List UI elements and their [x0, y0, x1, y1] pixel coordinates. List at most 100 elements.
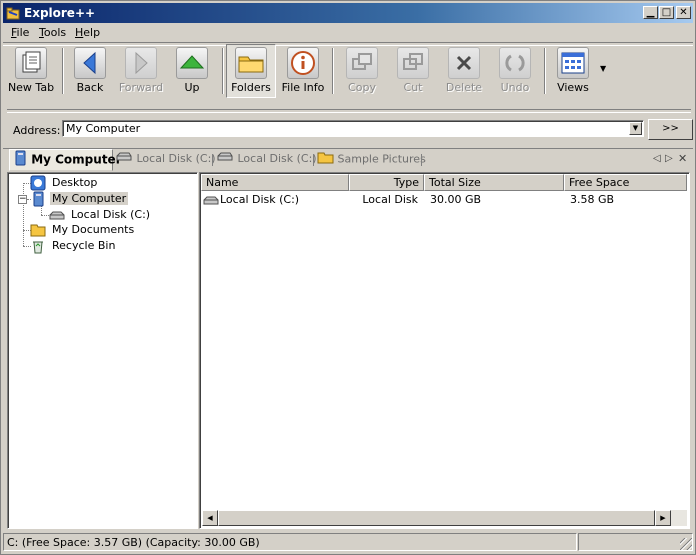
toolbar-divider	[7, 109, 691, 113]
up-arrow-icon	[176, 47, 208, 79]
go-button[interactable]: >>	[648, 119, 693, 140]
window-title: Explore++	[24, 6, 96, 20]
menu-help[interactable]: Help	[75, 26, 100, 39]
column-header-name[interactable]: Name	[201, 174, 349, 191]
address-label: Address:	[13, 124, 61, 137]
drive-icon	[203, 192, 219, 211]
tab-local-disk-2[interactable]: Local Disk (C:)	[216, 151, 317, 169]
forward-button[interactable]: Forward	[117, 45, 165, 97]
tab-separator	[421, 154, 422, 166]
tree-node-label: Recycle Bin	[52, 239, 116, 252]
copy-button[interactable]: Copy	[338, 45, 386, 97]
views-dropdown-icon[interactable]: ▼	[600, 64, 606, 73]
app-window: Explore++ ▁ □ ✕ File Tools Help New Tab …	[0, 0, 696, 555]
close-button[interactable]: ✕	[676, 6, 691, 19]
status-panel-secondary	[578, 533, 693, 551]
back-button[interactable]: Back	[66, 45, 114, 97]
computer-icon	[14, 150, 27, 169]
menu-tools-rest: ools	[43, 26, 67, 39]
cell-total-size: 30.00 GB	[430, 193, 482, 206]
folders-label: Folders	[231, 81, 271, 94]
menu-help-rest: elp	[83, 26, 101, 39]
resize-grip[interactable]	[680, 538, 692, 550]
undo-label: Undo	[500, 81, 530, 94]
tab-sample-pictures[interactable]: Sample Pictures	[317, 151, 426, 169]
drive-icon	[115, 151, 133, 166]
cut-icon	[397, 47, 429, 79]
info-icon	[287, 47, 319, 79]
menu-tools[interactable]: Tools	[39, 26, 66, 39]
horizontal-scrollbar[interactable]: ◀ ▶	[202, 510, 687, 526]
tab-label: Sample Pictures	[337, 152, 426, 166]
cut-button[interactable]: Cut	[389, 45, 437, 97]
tab-local-disk-1[interactable]: Local Disk (C:)	[115, 151, 216, 169]
column-header-type[interactable]: Type	[349, 174, 424, 191]
address-dropdown-button[interactable]: ▼	[629, 122, 642, 135]
status-text: C: (Free Space: 3.57 GB) (Capacity: 30.0…	[7, 536, 260, 549]
tab-my-computer[interactable]: My Computer	[9, 149, 122, 171]
new-tab-button[interactable]: New Tab	[7, 45, 55, 97]
drive-icon	[49, 207, 65, 223]
tab-scroll-right-icon[interactable]: ▷	[665, 153, 673, 164]
cell-free-space: 3.58 GB	[570, 193, 615, 206]
desktop-icon	[30, 175, 46, 191]
file-info-label: File Info	[281, 81, 325, 94]
cell-type: Local Disk	[362, 193, 418, 206]
file-list[interactable]: Name Type Total Size Free Space Local Di…	[199, 172, 690, 529]
tab-separator	[212, 154, 213, 166]
views-icon	[557, 47, 589, 79]
tree-line	[41, 215, 49, 216]
maximize-icon: □	[661, 7, 672, 18]
tree-node-label: My Documents	[52, 223, 135, 236]
tree-line	[23, 183, 24, 246]
toolbar: New Tab Back Forward Up Folders File Inf…	[3, 44, 693, 100]
scroll-left-icon: ◀	[207, 514, 213, 522]
folders-button[interactable]: Folders	[226, 44, 276, 98]
app-icon	[6, 6, 20, 20]
copy-icon	[346, 47, 378, 79]
menu-file-rest: ile	[16, 26, 30, 39]
tab-scroll-left-icon[interactable]: ◁	[653, 153, 661, 164]
delete-button[interactable]: Delete	[440, 45, 488, 97]
column-header-free-space[interactable]: Free Space	[564, 174, 687, 191]
new-tab-icon	[15, 47, 47, 79]
title-bar[interactable]: Explore++ ▁ □ ✕	[3, 3, 693, 23]
tab-label: Local Disk (C:)	[237, 152, 317, 165]
scroll-right-icon: ▶	[660, 514, 666, 522]
maximize-button[interactable]: □	[659, 6, 674, 19]
drive-icon	[216, 151, 234, 166]
minimize-button[interactable]: ▁	[643, 6, 658, 19]
close-icon: ✕	[679, 7, 688, 18]
file-info-button[interactable]: File Info	[279, 45, 327, 97]
folder-icon	[30, 222, 46, 238]
up-button[interactable]: Up	[168, 45, 216, 97]
views-label: Views	[557, 81, 589, 94]
menu-file[interactable]: File	[11, 26, 29, 39]
computer-icon	[30, 191, 46, 207]
tab-separator	[313, 154, 314, 166]
tree-node-label: My Computer	[50, 192, 129, 205]
status-panel: C: (Free Space: 3.57 GB) (Capacity: 30.0…	[3, 533, 577, 551]
folder-icon	[317, 151, 334, 167]
forward-arrow-icon	[125, 47, 157, 79]
delete-icon	[448, 47, 480, 79]
scroll-thumb[interactable]	[218, 510, 655, 526]
folder-tree[interactable]: − Desktop My Computer Local Disk (C:) My…	[7, 172, 198, 529]
undo-button[interactable]: Undo	[491, 45, 539, 97]
column-header-total-size[interactable]: Total Size	[424, 174, 564, 191]
back-arrow-icon	[74, 47, 106, 79]
views-button[interactable]: Views	[549, 45, 597, 97]
minimize-icon: ▁	[646, 7, 655, 18]
address-bar: Address: My Computer ▼ >>	[3, 118, 693, 142]
scroll-right-button[interactable]: ▶	[655, 510, 671, 526]
folders-icon	[235, 47, 267, 79]
undo-icon	[499, 47, 531, 79]
scroll-left-button[interactable]: ◀	[202, 510, 218, 526]
tab-label: Local Disk (C:)	[136, 152, 216, 165]
tab-close-icon[interactable]: ✕	[678, 152, 687, 165]
address-input[interactable]: My Computer ▼	[62, 120, 644, 137]
up-label: Up	[184, 81, 200, 94]
cell-name: Local Disk (C:)	[220, 193, 300, 206]
collapse-toggle[interactable]: −	[18, 195, 27, 204]
new-tab-label: New Tab	[7, 81, 55, 94]
